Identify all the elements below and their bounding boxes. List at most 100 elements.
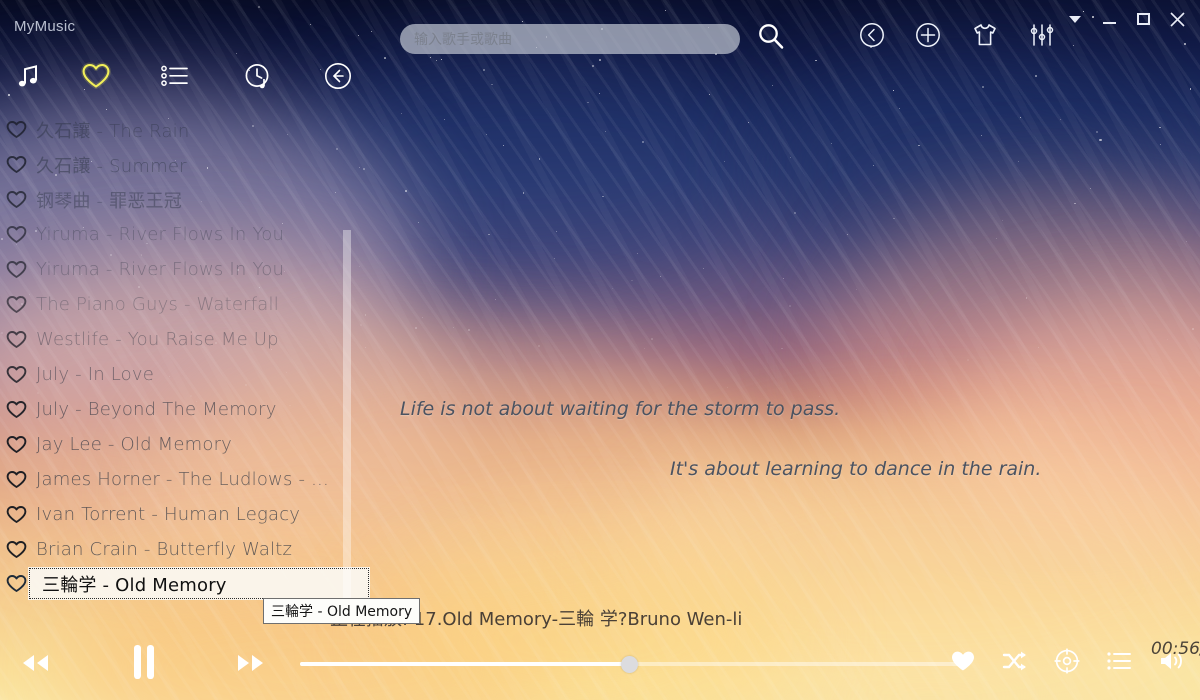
heart-outline-icon: [6, 261, 27, 278]
song-title: The Piano Guys - Waterfall: [36, 294, 279, 315]
bg-blob: [760, 60, 1160, 280]
favorite-toggle-icon[interactable]: [6, 540, 28, 559]
favorite-toggle-icon[interactable]: [6, 435, 28, 454]
song-row[interactable]: July - In Love: [0, 357, 346, 392]
song-row[interactable]: July - Beyond The Memory: [0, 392, 346, 427]
shuffle-icon[interactable]: [1002, 650, 1028, 672]
song-row[interactable]: Yiruma - River Flows In You: [0, 252, 346, 287]
volume-icon[interactable]: [1158, 649, 1186, 673]
next-track-button[interactable]: [234, 646, 268, 680]
favorite-heart-icon[interactable]: [950, 649, 976, 673]
back-arrow-circle-icon: [325, 63, 351, 89]
favorite-toggle-icon[interactable]: [6, 225, 28, 244]
progress-knob[interactable]: [621, 656, 638, 673]
favorite-toggle-icon[interactable]: [6, 400, 28, 419]
heart-outline-icon: [6, 436, 27, 453]
song-row[interactable]: Yiruma - River Flows In You: [0, 217, 346, 252]
song-title: 钢琴曲 - 罪恶王冠: [36, 190, 182, 212]
song-row[interactable]: 久石讓 - Summer: [0, 147, 346, 182]
favorite-toggle-icon[interactable]: [6, 190, 28, 209]
maximize-icon[interactable]: [1128, 6, 1158, 32]
previous-track-icon: [23, 655, 48, 671]
song-title: Yiruma - River Flows In You: [36, 259, 285, 280]
search-area: [400, 21, 786, 56]
target-icon[interactable]: [1054, 648, 1080, 674]
chevron-down-icon[interactable]: [1060, 6, 1090, 32]
app-title: MyMusic: [14, 18, 76, 35]
heart-outline-icon: [6, 541, 27, 558]
song-row[interactable]: James Horner - The Ludlows - ...: [0, 462, 346, 497]
song-row[interactable]: Westlife - You Raise Me Up: [0, 322, 346, 357]
playlist-icon: [161, 65, 188, 86]
heart-outline-icon: [6, 575, 27, 592]
heart-outline-icon: [6, 121, 27, 138]
heart-outline-icon: [6, 401, 27, 418]
favorite-toggle-icon[interactable]: [6, 574, 28, 593]
minimize-icon[interactable]: [1094, 6, 1124, 32]
song-title: July - In Love: [36, 364, 154, 385]
favorite-toggle-icon[interactable]: [6, 155, 28, 174]
heart-icon: [81, 62, 111, 89]
heart-outline-icon: [6, 226, 27, 243]
favorite-toggle-icon[interactable]: [6, 260, 28, 279]
song-title: 久石讓 - The Rain: [36, 120, 190, 142]
song-row[interactable]: Brian Crain - Butterfly Waltz: [0, 532, 346, 567]
playlist-queue-icon[interactable]: [1106, 650, 1132, 672]
close-icon[interactable]: [1162, 6, 1192, 32]
lyric-line-2: It's about learning to dance in the rain…: [670, 458, 1042, 480]
favorite-toggle-icon[interactable]: [6, 120, 28, 139]
back-circle-icon[interactable]: [859, 22, 885, 48]
nav-music-note[interactable]: [8, 56, 48, 96]
song-title: Jay Lee - Old Memory: [36, 434, 233, 455]
nav-back[interactable]: [318, 56, 358, 96]
song-title: Ivan Torrent - Human Legacy: [36, 504, 301, 525]
music-player-window: MyMusic 输入歌手或歌曲 久石讓 - The Rain 久石讓 - Sum…: [0, 0, 1200, 700]
lyric-line-1: Life is not about waiting for the storm …: [400, 398, 841, 420]
bg-blob: [950, 300, 1200, 560]
pause-icon: [134, 645, 154, 679]
search-icon[interactable]: [756, 21, 786, 56]
favorite-toggle-icon[interactable]: [6, 505, 28, 524]
music-note-icon: [18, 65, 37, 87]
song-title: James Horner - The Ludlows - ...: [36, 469, 329, 490]
window-controls: [1060, 6, 1192, 32]
progress-fill: [300, 662, 630, 666]
song-title: Westlife - You Raise Me Up: [36, 329, 279, 350]
song-row[interactable]: 钢琴曲 - 罪恶王冠: [0, 182, 346, 217]
heart-outline-icon: [6, 296, 27, 313]
equalizer-icon[interactable]: [1029, 23, 1055, 47]
skin-shirt-icon[interactable]: [971, 22, 999, 48]
song-title: Brian Crain - Butterfly Waltz: [36, 539, 293, 560]
song-row[interactable]: Ivan Torrent - Human Legacy: [0, 497, 346, 532]
list-scrollbar-thumb[interactable]: [343, 230, 351, 610]
nav-bar: [0, 56, 360, 100]
nav-recent[interactable]: [238, 56, 278, 96]
heart-outline-icon: [6, 471, 27, 488]
song-title: 三輪学 - Old Memory: [42, 574, 227, 596]
nav-favorites[interactable]: [76, 56, 116, 96]
title-bar: MyMusic: [0, 0, 1200, 56]
song-row[interactable]: The Piano Guys - Waterfall: [0, 287, 346, 322]
play-pause-button[interactable]: [126, 640, 162, 684]
favorite-toggle-icon[interactable]: [6, 330, 28, 349]
previous-track-button[interactable]: [18, 646, 52, 680]
search-input[interactable]: [400, 23, 740, 54]
heart-outline-icon: [6, 156, 27, 173]
nav-playlist[interactable]: [155, 56, 195, 96]
song-title: July - Beyond The Memory: [36, 399, 277, 420]
progress-slider[interactable]: 00:56/01:52: [300, 639, 1200, 674]
favorite-toggle-icon[interactable]: [6, 295, 28, 314]
song-row-selected[interactable]: 三輪学 - Old Memory: [6, 567, 370, 600]
heart-outline-icon: [6, 366, 27, 383]
recent-clock-icon: [245, 64, 269, 89]
song-row[interactable]: Jay Lee - Old Memory: [0, 427, 346, 462]
song-row[interactable]: 久石讓 - The Rain: [0, 112, 346, 147]
favorite-toggle-icon[interactable]: [6, 365, 28, 384]
favorite-toggle-icon[interactable]: [6, 470, 28, 489]
bg-blob: [300, 40, 760, 280]
add-circle-icon[interactable]: [915, 22, 941, 48]
top-icon-group: [859, 22, 1055, 48]
song-title: Yiruma - River Flows In You: [36, 224, 285, 245]
next-track-icon: [238, 655, 263, 671]
song-list[interactable]: 久石讓 - The Rain 久石讓 - Summer 钢琴曲 - 罪恶王冠 Yiru…: [0, 112, 370, 602]
